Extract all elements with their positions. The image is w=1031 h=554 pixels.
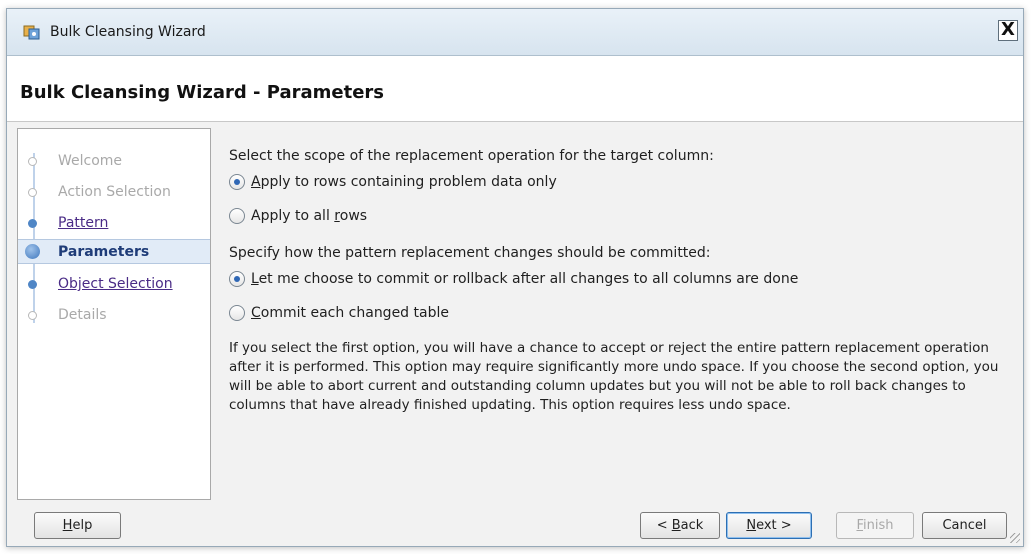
step-label: Action Selection [58, 184, 171, 200]
current-step-dot-icon [25, 244, 40, 259]
step-welcome: Welcome [18, 149, 210, 174]
step-parameters[interactable]: Parameters [18, 239, 210, 264]
radio-label[interactable]: Commit each changed table [251, 305, 449, 321]
radio-label[interactable]: Apply to rows containing problem data on… [251, 174, 557, 190]
cancel-button[interactable]: Cancel [922, 512, 1007, 539]
step-label[interactable]: Pattern [58, 215, 108, 231]
radio-label[interactable]: Apply to all rows [251, 208, 367, 224]
next-button[interactable]: Next > [726, 512, 812, 539]
step-action-selection: Action Selection [18, 180, 210, 205]
wizard-steps-panel: Welcome Action Selection Pattern Paramet… [17, 128, 211, 500]
radio-button[interactable] [229, 208, 245, 224]
step-dot-icon [28, 280, 37, 289]
commit-prompt: Specify how the pattern replacement chan… [229, 245, 711, 261]
options-description: If you select the first option, you will… [229, 340, 999, 413]
resize-grip-icon[interactable] [1010, 533, 1020, 543]
help-button[interactable]: Help [34, 512, 121, 539]
finish-button: Finish [836, 512, 914, 539]
step-object-selection[interactable]: Object Selection [18, 272, 210, 297]
step-pattern[interactable]: Pattern [18, 211, 210, 236]
steps-connector-line [33, 153, 35, 323]
scope-prompt: Select the scope of the replacement oper… [229, 148, 714, 164]
step-dot-icon [28, 311, 37, 320]
back-button[interactable]: < Back [640, 512, 720, 539]
radio-button[interactable] [229, 305, 245, 321]
wizard-app-icon [23, 25, 40, 40]
step-label: Welcome [58, 153, 123, 169]
close-icon[interactable]: X [998, 20, 1018, 41]
wizard-header: Bulk Cleansing Wizard - Parameters [7, 56, 1023, 122]
radio-label[interactable]: Let me choose to commit or rollback afte… [251, 271, 798, 287]
radio-button[interactable] [229, 271, 245, 287]
step-details: Details [18, 303, 210, 328]
wizard-window: Bulk Cleansing Wizard X Bulk Cleansing W… [6, 8, 1024, 547]
parameters-panel: Select the scope of the replacement oper… [215, 128, 1021, 500]
step-label: Details [58, 307, 107, 323]
window-title: Bulk Cleansing Wizard [50, 24, 206, 40]
step-dot-icon [28, 157, 37, 166]
step-dot-icon [28, 188, 37, 197]
title-bar[interactable]: Bulk Cleansing Wizard X [7, 9, 1023, 56]
page-title: Bulk Cleansing Wizard - Parameters [20, 82, 384, 103]
step-label: Parameters [58, 244, 150, 260]
radio-button[interactable] [229, 174, 245, 190]
step-label[interactable]: Object Selection [58, 276, 173, 292]
step-dot-icon [28, 219, 37, 228]
